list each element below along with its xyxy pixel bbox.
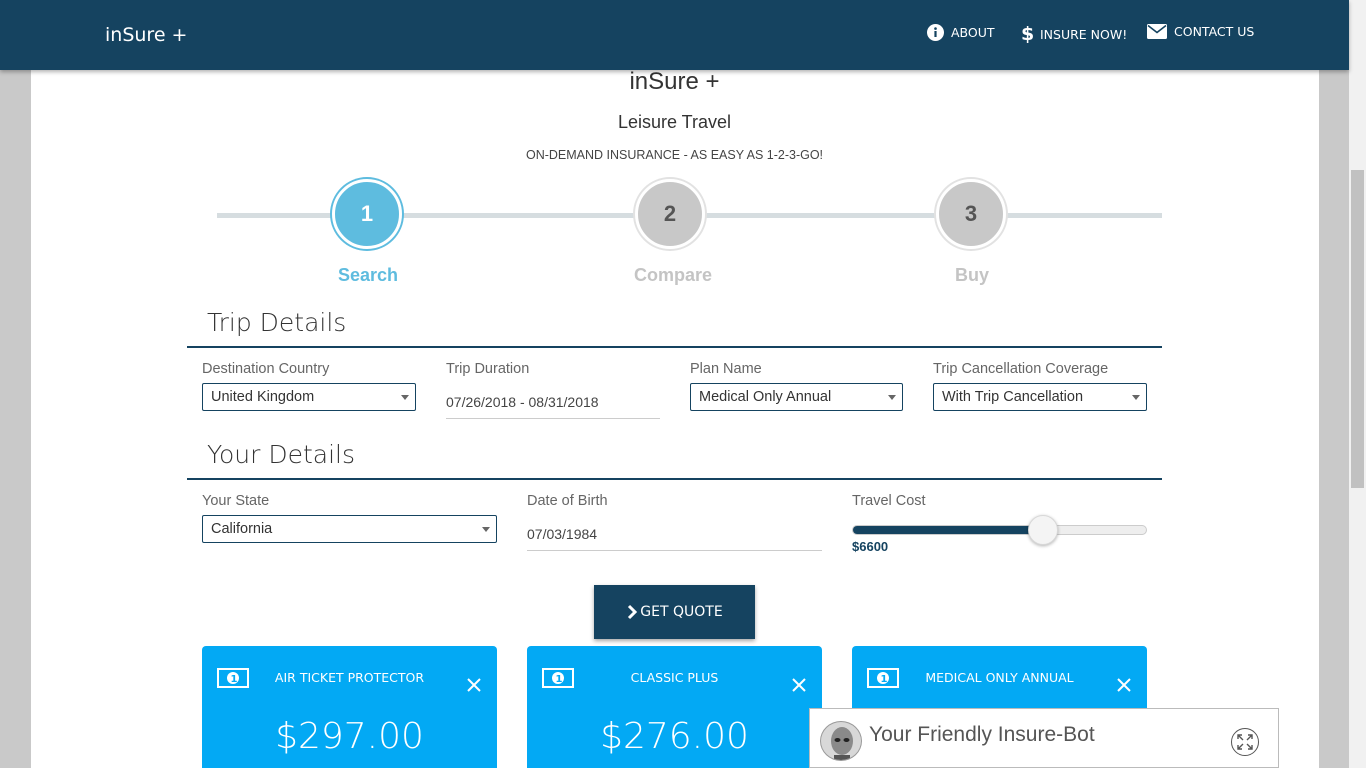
destination-value: United Kingdom (211, 389, 315, 405)
chevron-down-icon (1132, 395, 1140, 400)
close-icon[interactable] (467, 678, 481, 692)
travel-cost-label: Travel Cost (852, 493, 926, 509)
plan-price: $276.00 (600, 716, 749, 757)
state-value: California (211, 521, 273, 537)
dob-label: Date of Birth (527, 493, 608, 509)
step-3-label: Buy (954, 265, 989, 285)
trip-details-title: Trip Details (207, 308, 347, 337)
envelope-icon (1147, 24, 1167, 39)
chatbot-widget[interactable]: Your Friendly Insure-Bot (809, 708, 1279, 768)
top-navbar: inSure + ABOUT $ INSURE NOW! CONTACT US (0, 0, 1349, 70)
step-2-circle[interactable]: 2 (635, 179, 705, 249)
plan-name-select[interactable]: Medical Only Annual (690, 383, 903, 411)
plan-name-label: Plan Name (690, 361, 762, 377)
trip-cancellation-select[interactable]: With Trip Cancellation (933, 383, 1147, 411)
step-2-label: Compare (633, 265, 713, 285)
trip-duration-label: Trip Duration (446, 361, 530, 377)
nav-about-label: ABOUT (951, 25, 995, 40)
nav-contact-label: CONTACT US (1174, 24, 1255, 39)
chevron-down-icon (401, 395, 409, 400)
plan-name-value: Medical Only Annual (699, 389, 832, 405)
your-details-divider (187, 478, 1162, 480)
plan-price: $297.00 (275, 716, 424, 757)
trip-cancellation-label: Trip Cancellation Coverage (933, 361, 1109, 377)
expand-button[interactable] (1231, 728, 1259, 756)
expand-icon (1237, 734, 1253, 750)
nav-insure-now-label: INSURE NOW! (1040, 26, 1128, 42)
plan-card[interactable]: 1 AIR TICKET PROTECTOR $297.00 (202, 646, 497, 768)
nav-about[interactable]: ABOUT (927, 24, 995, 41)
chevron-down-icon (482, 527, 490, 532)
plan-name: CLASSIC PLUS (630, 670, 719, 685)
step-3-circle[interactable]: 3 (936, 179, 1006, 249)
get-quote-label: GET QUOTE (640, 604, 723, 620)
state-select[interactable]: California (202, 515, 497, 543)
trip-duration-input[interactable]: 07/26/2018 - 08/31/2018 (446, 394, 660, 419)
step-1-label: Search (337, 265, 399, 285)
robot-face-icon (831, 727, 853, 760)
close-icon[interactable] (792, 678, 806, 692)
plan-card[interactable]: 1 CLASSIC PLUS $276.00 (527, 646, 822, 768)
brand-logo[interactable]: inSure + (105, 24, 187, 46)
svg-text:$: $ (1021, 24, 1033, 44)
dob-input[interactable]: 07/03/1984 (527, 526, 822, 551)
slider-handle[interactable] (1028, 515, 1058, 545)
nav-contact[interactable]: CONTACT US (1147, 24, 1254, 39)
page-subtitle: Leisure Travel (617, 112, 732, 132)
trip-details-divider (187, 346, 1162, 348)
your-details-title: Your Details (207, 440, 355, 469)
info-icon (927, 24, 944, 41)
nav-insure-now[interactable]: $ INSURE NOW! (1021, 24, 1127, 44)
get-quote-button[interactable]: GET QUOTE (594, 585, 755, 639)
page-scrollbar[interactable] (1349, 0, 1366, 768)
destination-select[interactable]: United Kingdom (202, 383, 416, 411)
destination-label: Destination Country (202, 361, 330, 377)
bot-avatar (820, 721, 862, 761)
chatbot-title: Your Friendly Insure-Bot (869, 723, 1095, 746)
chevron-right-icon (628, 604, 638, 620)
plan-name: MEDICAL ONLY ANNUAL (925, 670, 1074, 685)
plan-name: AIR TICKET PROTECTOR (274, 670, 425, 685)
step-1-circle[interactable]: 1 (332, 179, 402, 249)
page-tagline: ON-DEMAND INSURANCE - AS EASY AS 1-2-3-G… (525, 148, 824, 162)
slider-fill (853, 526, 1042, 534)
travel-cost-value: $6600 (852, 539, 889, 554)
trip-cancellation-value: With Trip Cancellation (942, 389, 1084, 405)
page-title: inSure + (629, 68, 720, 95)
close-icon[interactable] (1117, 678, 1131, 692)
chevron-down-icon (888, 395, 896, 400)
travel-cost-slider[interactable] (852, 525, 1147, 535)
dollar-icon: $ (1021, 24, 1033, 44)
scrollbar-thumb[interactable] (1351, 170, 1364, 488)
state-label: Your State (202, 493, 270, 509)
